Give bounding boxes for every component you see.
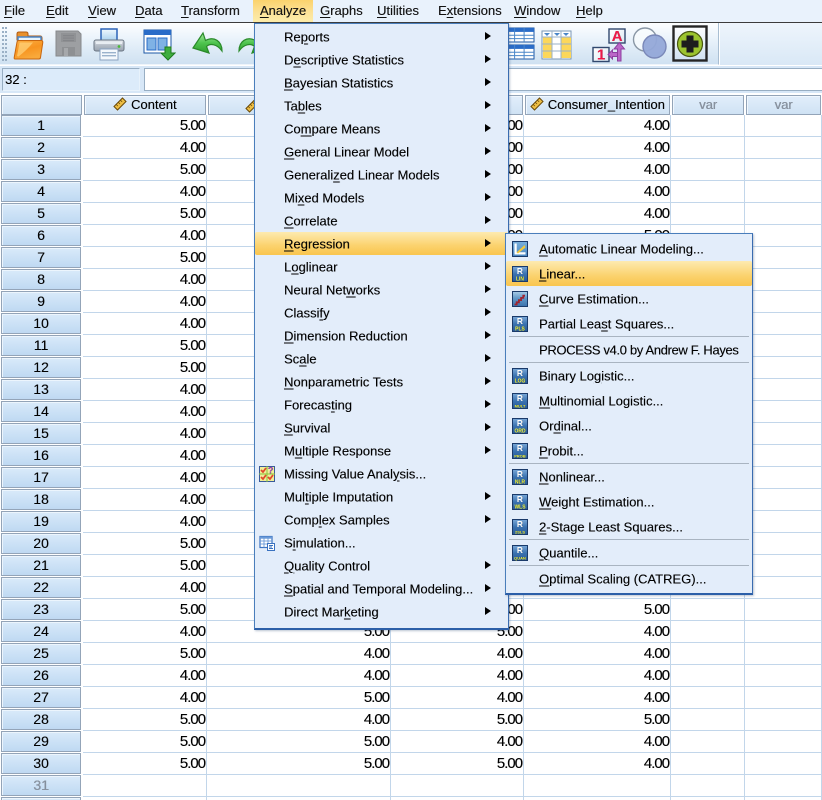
svg-text:LIN: LIN bbox=[516, 276, 524, 282]
svg-text:2SLS: 2SLS bbox=[515, 529, 525, 534]
svg-text:R: R bbox=[517, 494, 523, 504]
svg-text:MULT: MULT bbox=[515, 403, 526, 408]
svg-text:R: R bbox=[517, 443, 523, 453]
svg-text:R: R bbox=[517, 519, 523, 529]
svg-text:QUAN: QUAN bbox=[514, 555, 526, 560]
svg-text:PLS: PLS bbox=[515, 326, 525, 332]
svg-text:PROB: PROB bbox=[514, 453, 526, 458]
svg-text:LOG: LOG bbox=[515, 378, 526, 384]
svg-text:A: A bbox=[612, 28, 623, 45]
svg-text:R: R bbox=[517, 469, 523, 479]
svg-text:R: R bbox=[517, 316, 523, 326]
svg-text:WLS: WLS bbox=[514, 504, 526, 510]
svg-text:1: 1 bbox=[597, 47, 605, 64]
svg-text:ORD: ORD bbox=[514, 428, 526, 434]
svg-text:R: R bbox=[517, 266, 523, 276]
svg-text:R: R bbox=[517, 418, 523, 428]
svg-text:R: R bbox=[517, 545, 523, 555]
svg-text:R: R bbox=[517, 368, 523, 378]
svg-text:R: R bbox=[517, 393, 523, 403]
svg-text:NLR: NLR bbox=[515, 479, 526, 485]
svg-text:?: ? bbox=[268, 466, 274, 476]
